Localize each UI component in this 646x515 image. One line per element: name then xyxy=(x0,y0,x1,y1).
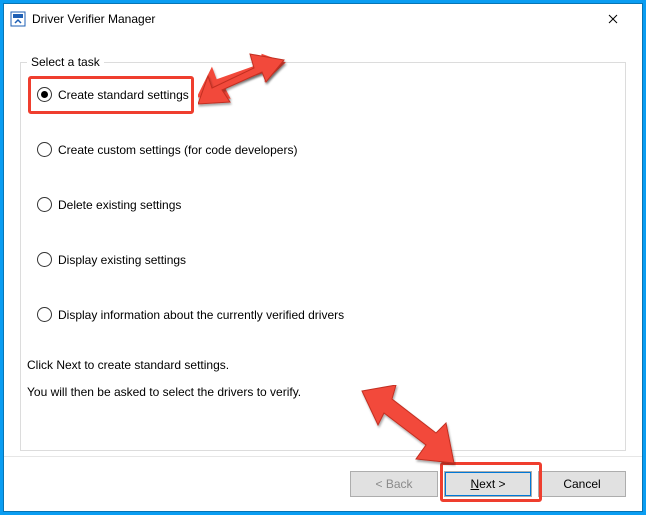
radio-display-existing[interactable]: Display existing settings xyxy=(37,252,613,267)
info-line: You will then be asked to select the dri… xyxy=(27,382,301,402)
button-label: Next > xyxy=(470,477,505,491)
close-button[interactable] xyxy=(590,4,636,34)
radio-create-standard[interactable]: Create standard settings xyxy=(37,87,613,102)
radio-label: Create standard settings xyxy=(58,88,189,102)
info-line: Click Next to create standard settings. xyxy=(27,355,301,375)
cancel-button[interactable]: Cancel xyxy=(538,471,626,497)
radio-indicator-icon xyxy=(37,252,52,267)
radio-label: Delete existing settings xyxy=(58,198,181,212)
button-label: < Back xyxy=(375,477,412,491)
radio-indicator-icon xyxy=(37,87,52,102)
client-area: Select a task Create standard settings C… xyxy=(4,34,642,511)
dialog-window: Driver Verifier Manager Select a task Cr… xyxy=(4,4,642,511)
back-button: < Back xyxy=(350,471,438,497)
radio-label: Display existing settings xyxy=(58,253,186,267)
radio-display-current[interactable]: Display information about the currently … xyxy=(37,307,613,322)
next-button[interactable]: Next > xyxy=(444,471,532,497)
wizard-page: Select a task Create standard settings C… xyxy=(20,44,626,451)
button-label: Cancel xyxy=(563,477,600,491)
titlebar: Driver Verifier Manager xyxy=(4,4,642,35)
task-group: Select a task Create standard settings C… xyxy=(20,62,626,451)
radio-indicator-icon xyxy=(37,197,52,212)
close-icon xyxy=(608,14,618,24)
app-icon xyxy=(10,11,26,27)
radio-indicator-icon xyxy=(37,307,52,322)
window-title: Driver Verifier Manager xyxy=(32,12,590,26)
radio-create-custom[interactable]: Create custom settings (for code develop… xyxy=(37,142,613,157)
info-text: Click Next to create standard settings. … xyxy=(27,355,301,408)
radio-delete-existing[interactable]: Delete existing settings xyxy=(37,197,613,212)
radio-label: Create custom settings (for code develop… xyxy=(58,143,297,157)
radio-indicator-icon xyxy=(37,142,52,157)
button-row: < Back Next > Cancel xyxy=(4,456,642,511)
radio-label: Display information about the currently … xyxy=(58,308,344,322)
task-group-label: Select a task xyxy=(27,55,104,69)
